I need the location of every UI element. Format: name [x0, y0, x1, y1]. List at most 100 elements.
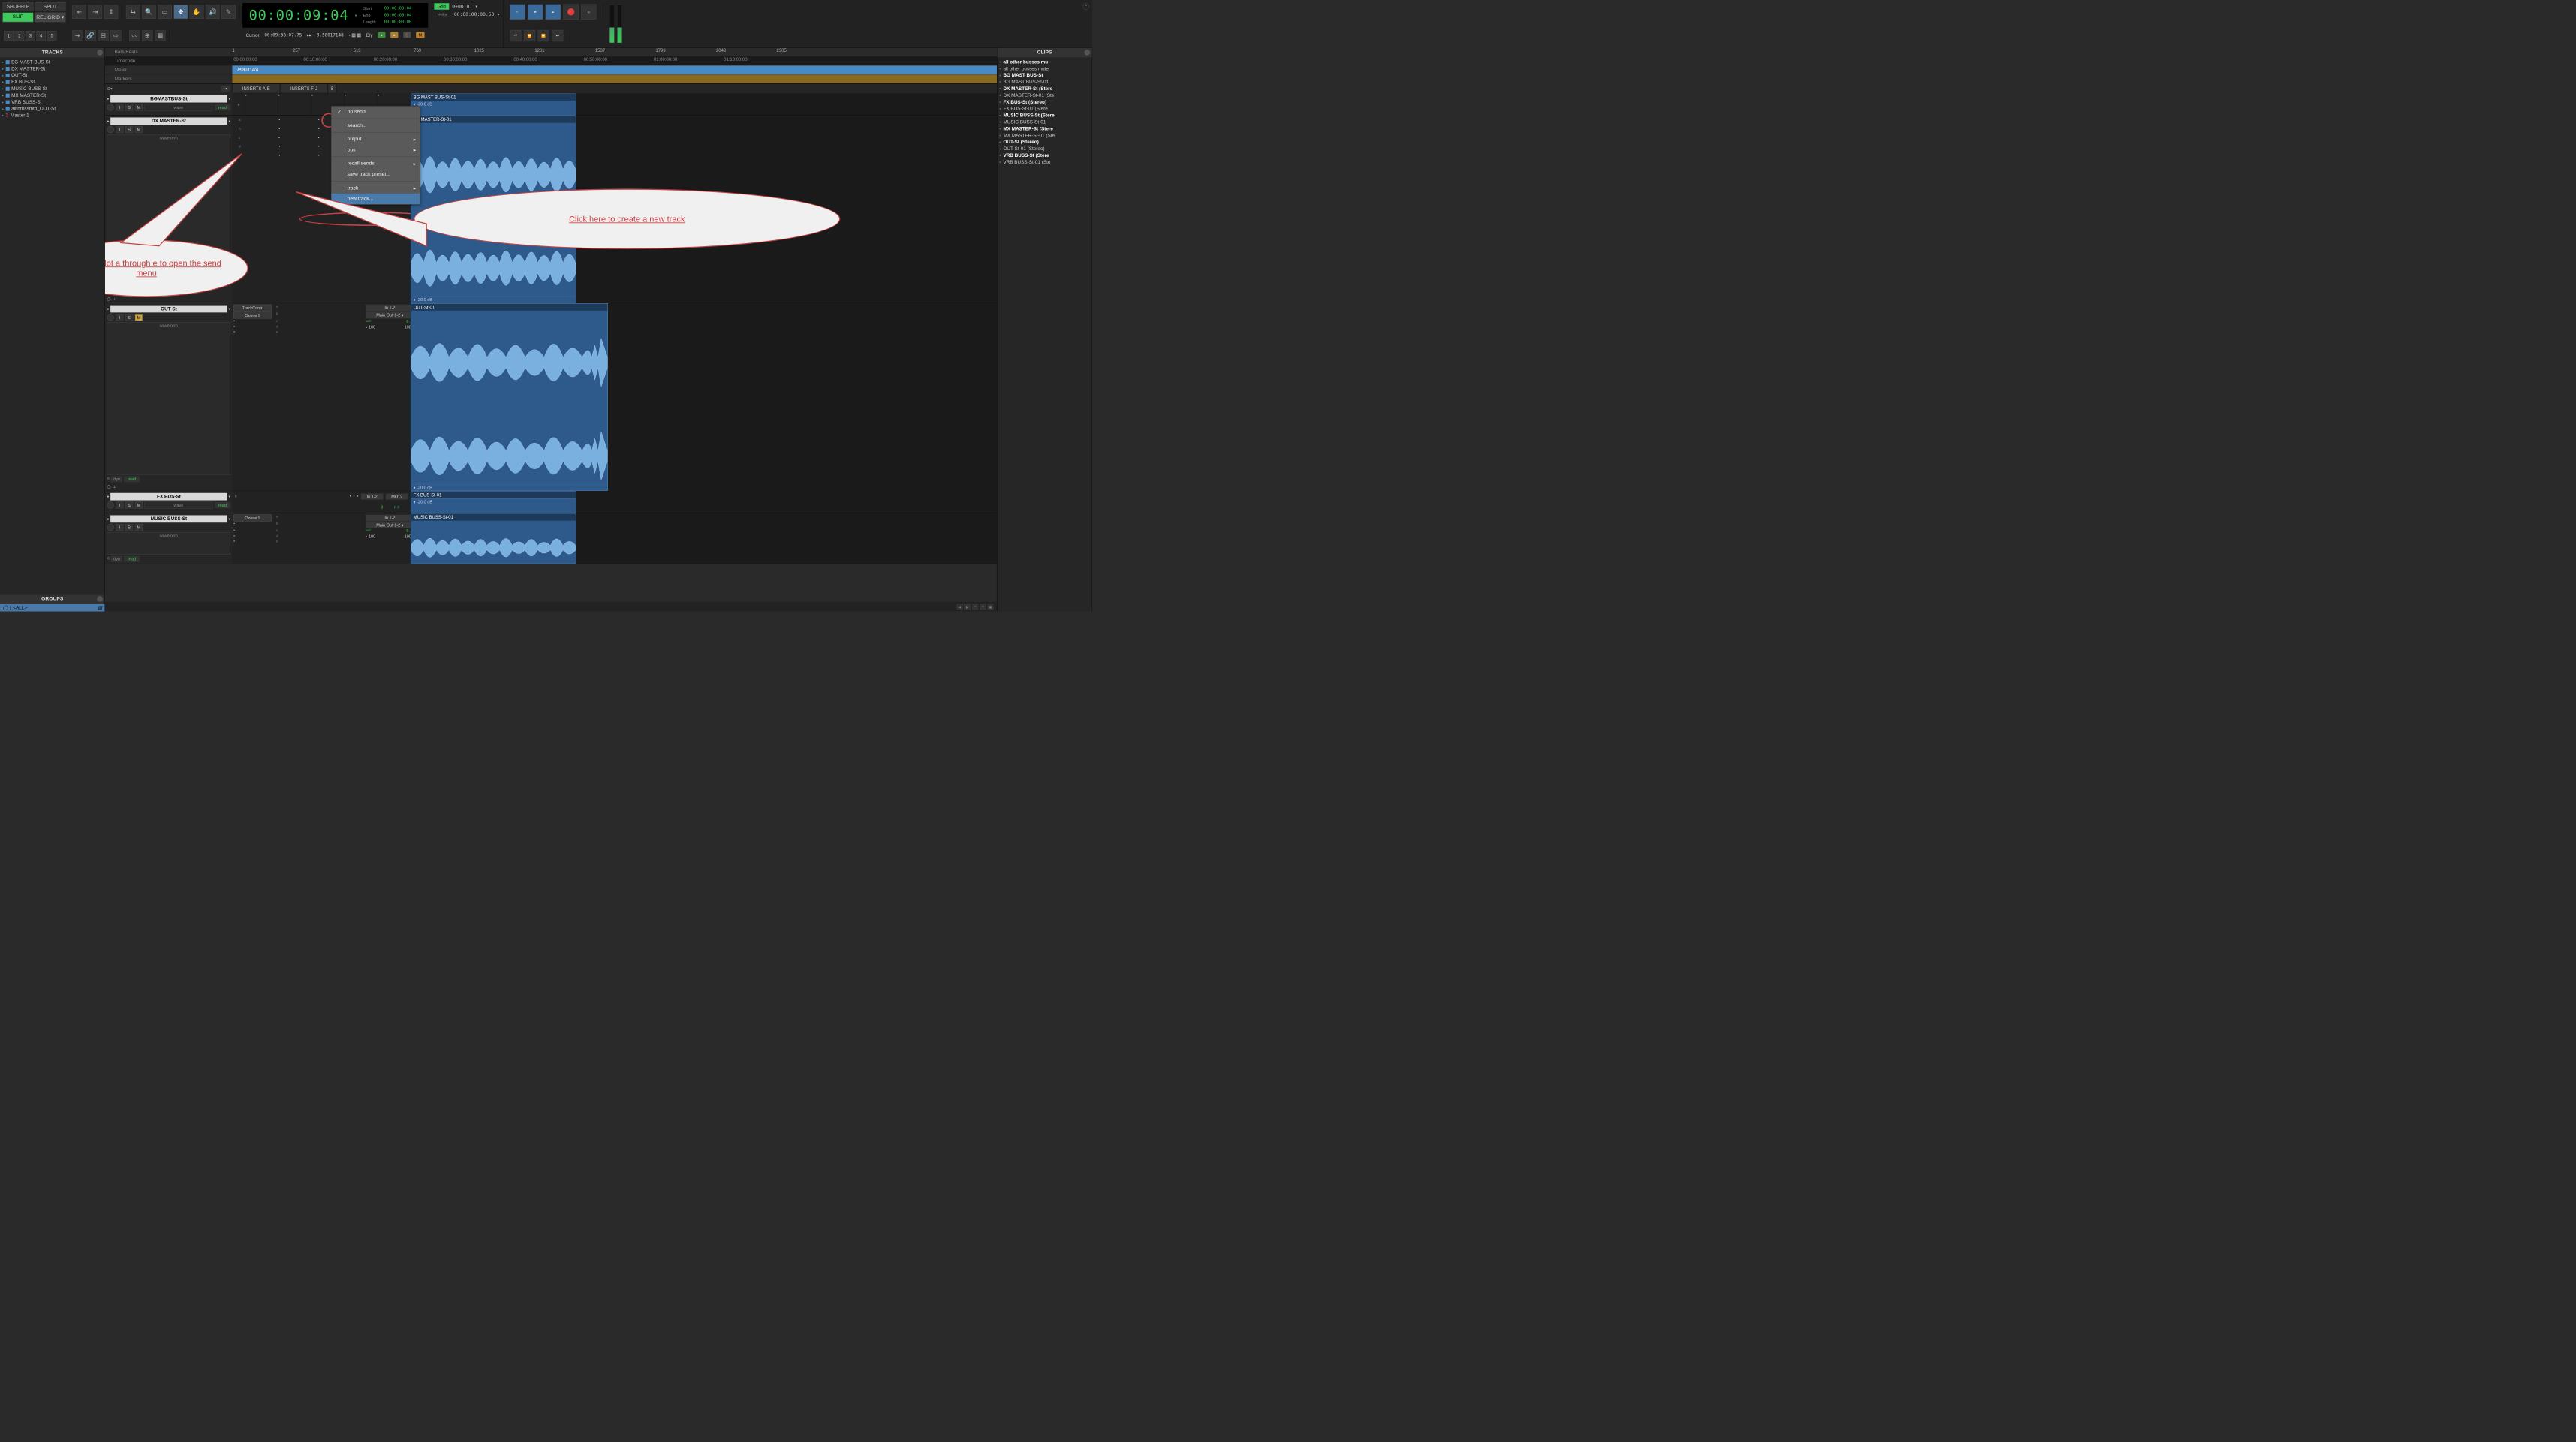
- loop-button[interactable]: ↻: [581, 5, 596, 20]
- track-collapse-icon[interactable]: ●: [107, 119, 109, 123]
- track-header[interactable]: ● BGMASTBUS-St ▾ I S M wave read: [105, 93, 233, 115]
- solo-button[interactable]: S: [125, 314, 133, 321]
- track-header[interactable]: ● FX BUS-St ▾ I S M wave read: [105, 491, 233, 513]
- pencil-tool-icon[interactable]: ✎: [221, 5, 236, 19]
- bars-beats-ruler[interactable]: 1257513769102512811537179320492305: [233, 48, 997, 56]
- zoom-in-icon[interactable]: +: [980, 604, 986, 610]
- send-slot-b[interactable]: b: [272, 522, 282, 528]
- send-slot-b[interactable]: b: [272, 312, 282, 319]
- send-slot-b[interactable]: b: [239, 127, 241, 131]
- spot-mode-button[interactable]: SPOT: [35, 2, 65, 11]
- dyn-button[interactable]: dyn: [111, 556, 123, 562]
- markers-ruler[interactable]: [233, 74, 997, 83]
- clip-gain-label[interactable]: ♦ -20.0 dB: [411, 484, 607, 490]
- solo-button[interactable]: S: [125, 524, 133, 531]
- selector-tool-icon[interactable]: ▭: [158, 5, 172, 19]
- menu-output[interactable]: output: [331, 134, 420, 144]
- goto-end-button[interactable]: ⏭: [552, 30, 563, 41]
- record-arm-button[interactable]: [107, 524, 113, 531]
- send-slot-c[interactable]: c: [239, 136, 240, 140]
- clip-lane[interactable]: FX BUS-St-01 ♦ -20.0 dB: [411, 491, 997, 513]
- track-collapse-icon[interactable]: ●: [107, 495, 109, 498]
- track-name[interactable]: BGMASTBUS-St: [110, 95, 227, 103]
- send-slot-c[interactable]: c: [272, 319, 282, 324]
- pan-readout[interactable]: ‹ 100100 ›: [366, 324, 414, 329]
- clips-panel-header[interactable]: CLIPS: [997, 48, 1091, 58]
- clips-panel-menu-icon[interactable]: [1085, 50, 1091, 56]
- clip-list-item[interactable]: ▸VRB BUSS-St-01 (Ste: [997, 159, 1091, 166]
- track-list-item[interactable]: ▸OUT-St: [0, 72, 104, 79]
- clip-lane[interactable]: MUSIC BUSS-St-01: [411, 513, 997, 564]
- clip-list-item[interactable]: ▸FX BUS-St-01 (Stere: [997, 105, 1091, 112]
- zoom-preset-3[interactable]: 3: [26, 31, 35, 41]
- meter-ruler-label[interactable]: Meter: [105, 67, 233, 72]
- close-icon[interactable]: ×: [1082, 3, 1088, 9]
- mute-button[interactable]: M: [135, 126, 143, 133]
- input-selector[interactable]: In 1-2: [361, 494, 384, 500]
- ffwd-button[interactable]: ⏩: [538, 30, 549, 41]
- zoom-preset-1[interactable]: 1: [4, 31, 14, 41]
- clip-list-item[interactable]: ▸all other busses mute: [997, 65, 1091, 72]
- scroll-right-icon[interactable]: ▶: [964, 604, 971, 610]
- track-comments-icon[interactable]: ◯: [107, 485, 110, 489]
- mirrored-edit-icon[interactable]: ⊕: [142, 30, 152, 41]
- track-collapse-icon[interactable]: ●: [107, 97, 109, 101]
- tab-to-transient-icon[interactable]: ⇥: [72, 30, 83, 41]
- input-selector[interactable]: In 1-2: [366, 515, 414, 522]
- record-arm-button[interactable]: [107, 126, 113, 133]
- solo-button[interactable]: S: [125, 126, 133, 133]
- automation-mode-selector[interactable]: read: [124, 476, 140, 482]
- relgrid-mode-button[interactable]: REL GRID ▾: [35, 12, 65, 22]
- clip-list-item[interactable]: ▸MUSIC BUSS-St (Stere: [997, 112, 1091, 119]
- groups-panel-menu-icon[interactable]: [97, 596, 103, 602]
- play-button[interactable]: ▲: [546, 5, 561, 20]
- link-track-icon[interactable]: ⊟: [98, 30, 108, 41]
- mute-button[interactable]: M: [135, 501, 143, 508]
- track-header[interactable]: ● MUSIC BUSS-St ▾ I S M waveform ◇: [105, 513, 233, 564]
- main-counter-value[interactable]: 00:00:09:04: [249, 8, 349, 24]
- stop-button[interactable]: ■: [528, 5, 543, 20]
- output-selector[interactable]: Main Out 1-2 ♦: [366, 522, 414, 528]
- track-height-icon[interactable]: ▣: [987, 604, 993, 610]
- send-slot-d[interactable]: d: [272, 534, 282, 538]
- input-monitor-button[interactable]: I: [116, 126, 123, 133]
- track-list-item[interactable]: ▸FX BUS-St: [0, 79, 104, 86]
- track-view-selector[interactable]: wave: [144, 104, 212, 110]
- send-slot-e[interactable]: e: [272, 330, 282, 334]
- send-slot-a[interactable]: a: [272, 305, 282, 312]
- output-selector[interactable]: Main Out 1-2 ♦: [366, 312, 414, 319]
- output-selector[interactable]: MO12: [386, 494, 408, 500]
- audio-clip[interactable]: FX BUS-St-01 ♦ -20.0 dB: [411, 491, 576, 513]
- clip-list-item[interactable]: ▸VRB BUSS-St (Stere: [997, 152, 1091, 159]
- track-list-item[interactable]: ▸MUSIC BUSS-St: [0, 86, 104, 92]
- menu-bus[interactable]: bus: [331, 144, 420, 155]
- track-view-selector[interactable]: waveform: [107, 322, 230, 475]
- track-name[interactable]: MUSIC BUSS-St: [110, 515, 227, 522]
- pencil-tool-icon[interactable]: 🔊: [206, 5, 220, 19]
- zoom-preset-5[interactable]: 5: [47, 31, 57, 41]
- elastic-audio-icon[interactable]: ◐▾: [221, 86, 230, 91]
- send-slot-e[interactable]: e: [272, 540, 282, 543]
- bars-beats-ruler-label[interactable]: Bars|Beats: [105, 50, 233, 55]
- track-comments-icon[interactable]: ◯: [107, 297, 110, 302]
- automation-tool-icon[interactable]: 〰: [129, 30, 140, 41]
- timecode-ruler-label[interactable]: Timecode: [105, 59, 233, 64]
- tracks-panel-header[interactable]: TRACKS: [0, 48, 104, 58]
- clip-list-item[interactable]: ▸BG MAST BUS-St-01: [997, 79, 1091, 86]
- record-arm-button[interactable]: [107, 314, 113, 321]
- track-list-item[interactable]: ▸VRB BUSS-St: [0, 98, 104, 105]
- horizontal-scroll-bar[interactable]: ◀ ▶ − + ▣: [105, 602, 997, 612]
- clip-gain-label[interactable]: ♦ -20.0 dB: [411, 101, 576, 107]
- automation-mode-selector[interactable]: read: [215, 502, 230, 508]
- track-list-item[interactable]: ▸DX MASTER-St: [0, 65, 104, 72]
- record-arm-button[interactable]: [107, 104, 113, 110]
- input-selector[interactable]: In 1-2: [366, 305, 414, 312]
- track-list-item[interactable]: ▸MX MASTER-St: [0, 92, 104, 99]
- mute-button[interactable]: M: [135, 314, 143, 321]
- zoom-out-icon[interactable]: −: [972, 604, 978, 610]
- automation-mode-selector[interactable]: read: [124, 556, 140, 562]
- clip-list-item[interactable]: ▸MUSIC BUSS-St-01: [997, 119, 1091, 125]
- link-icon[interactable]: ◇: [107, 556, 110, 562]
- record-arm-button[interactable]: [107, 501, 113, 508]
- grid-label[interactable]: Grid: [434, 3, 449, 9]
